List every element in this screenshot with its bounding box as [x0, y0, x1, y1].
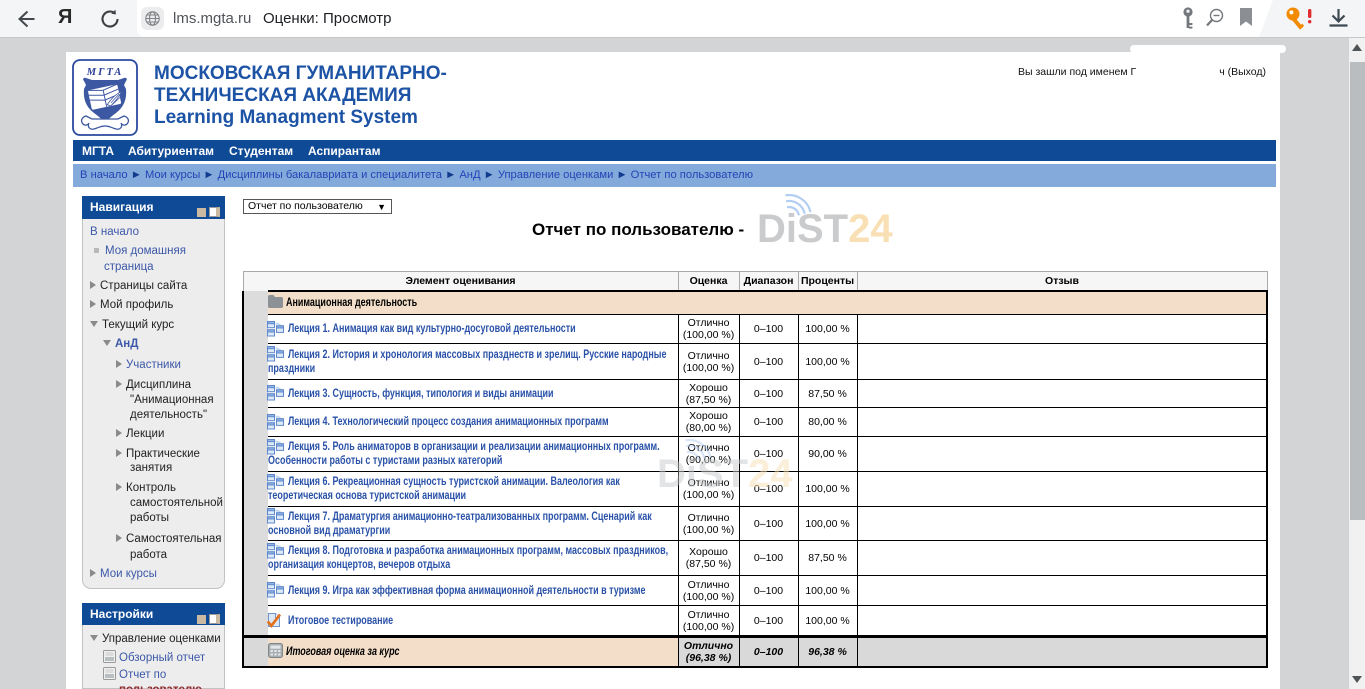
svg-text:МГТА: МГТА — [86, 67, 123, 78]
